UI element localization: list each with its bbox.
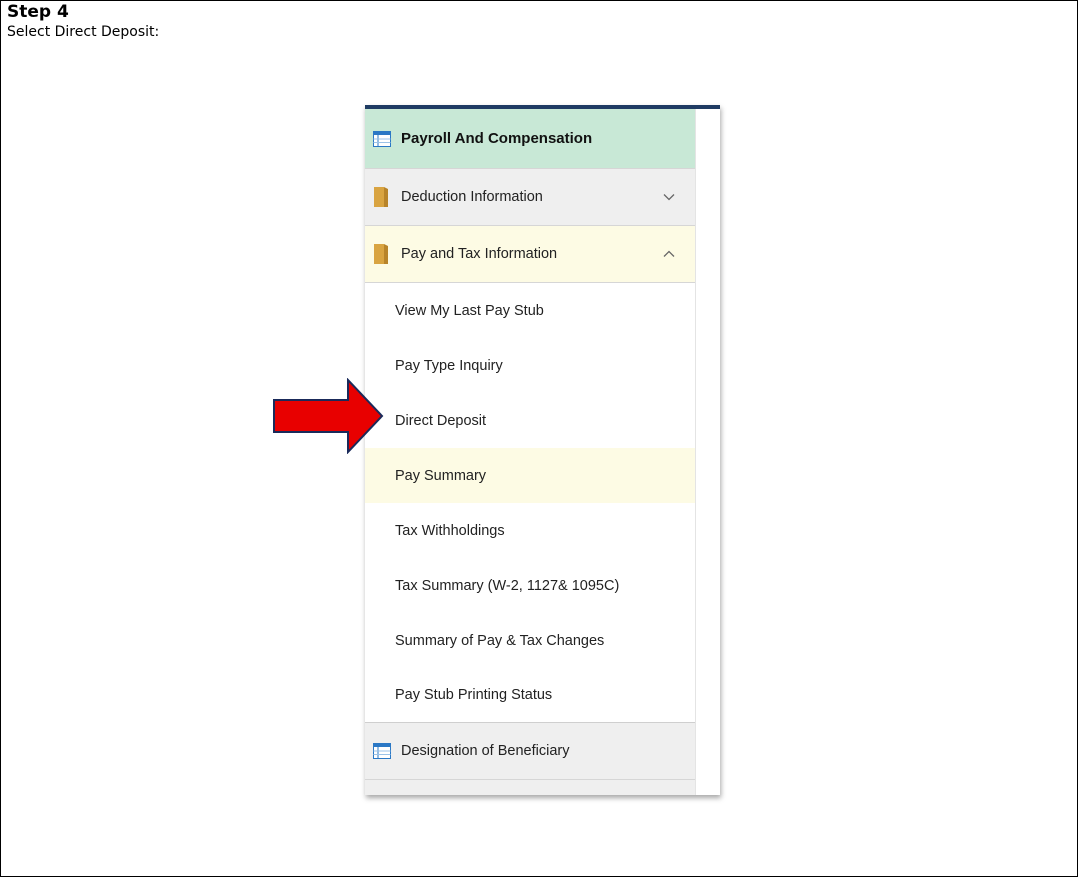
section-deduction-information[interactable]: Deduction Information bbox=[365, 169, 695, 226]
section-pay-and-tax-information[interactable]: Pay and Tax Information bbox=[365, 226, 695, 283]
panel-scroll-gutter bbox=[695, 109, 720, 795]
chevron-up-icon[interactable] bbox=[663, 250, 675, 258]
menu-item-label: Tax Summary (W-2, 1127& 1095C) bbox=[395, 577, 620, 594]
table-icon bbox=[373, 130, 391, 147]
step-instruction: Select Direct Deposit: bbox=[7, 24, 160, 40]
menu-item-tax-summary[interactable]: Tax Summary (W-2, 1127& 1095C) bbox=[365, 558, 695, 613]
red-arrow-icon bbox=[273, 378, 384, 454]
menu-item-pay-stub-printing-status[interactable]: Pay Stub Printing Status bbox=[365, 668, 695, 723]
menu-item-summary-of-pay-tax-changes[interactable]: Summary of Pay & Tax Changes bbox=[365, 613, 695, 668]
table-icon bbox=[373, 743, 391, 759]
menu-item-direct-deposit[interactable]: Direct Deposit bbox=[365, 393, 695, 448]
navigation-panel: Payroll And Compensation Deduction Infor… bbox=[365, 105, 720, 795]
menu-item-label: Summary of Pay & Tax Changes bbox=[395, 632, 605, 649]
menu-item-label: Tax Withholdings bbox=[395, 522, 505, 539]
section-label: Deduction Information bbox=[401, 189, 543, 205]
menu-item-label: Pay Type Inquiry bbox=[395, 357, 503, 374]
folder-icon bbox=[374, 244, 388, 264]
section-designation-of-beneficiary[interactable]: Designation of Beneficiary bbox=[365, 723, 695, 780]
menu-item-label: View My Last Pay Stub bbox=[395, 302, 544, 319]
section-label: Pay and Tax Information bbox=[401, 246, 558, 262]
menu-item-label: Direct Deposit bbox=[395, 412, 487, 429]
step-title: Step 4 bbox=[7, 2, 69, 22]
chevron-down-icon[interactable] bbox=[663, 193, 675, 201]
menu-item-view-my-last-pay-stub[interactable]: View My Last Pay Stub bbox=[365, 283, 695, 338]
menu-header-label: Payroll And Compensation bbox=[401, 130, 593, 147]
folder-icon bbox=[374, 187, 388, 207]
menu-partial-row bbox=[365, 780, 695, 795]
menu-header-payroll[interactable]: Payroll And Compensation bbox=[365, 109, 695, 169]
menu-item-tax-withholdings[interactable]: Tax Withholdings bbox=[365, 503, 695, 558]
menu-item-label: Pay Summary bbox=[395, 467, 487, 484]
section-label: Designation of Beneficiary bbox=[401, 743, 570, 759]
menu-item-pay-summary[interactable]: Pay Summary bbox=[365, 448, 695, 503]
menu-item-pay-type-inquiry[interactable]: Pay Type Inquiry bbox=[365, 338, 695, 393]
navigation-menu: Payroll And Compensation Deduction Infor… bbox=[365, 109, 695, 795]
menu-item-label: Pay Stub Printing Status bbox=[395, 687, 553, 703]
